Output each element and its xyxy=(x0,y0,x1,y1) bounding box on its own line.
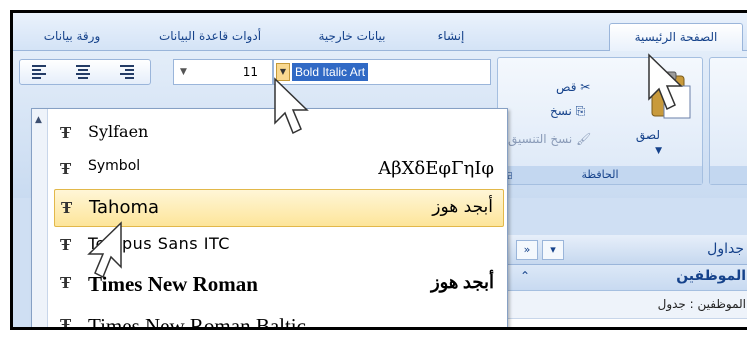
clipboard-group-label: الحافظة xyxy=(498,166,702,184)
mouse-pointer-icon xyxy=(87,221,122,279)
font-item-sample: أبجد هوز xyxy=(430,272,494,292)
truetype-font-icon: Ŧ xyxy=(60,236,72,254)
copy-button[interactable]: ⎘ نسخ xyxy=(550,104,585,119)
paste-chevron-down-icon[interactable]: ▼ xyxy=(655,146,662,156)
navigation-pane: » ▾ جداول ⌃ الموظفين الموظفين : جدول xyxy=(508,235,747,327)
align-center-icon[interactable] xyxy=(76,65,92,80)
align-left-icon[interactable] xyxy=(32,65,48,80)
font-item[interactable]: Ŧ Times New Roman Baltic xyxy=(54,307,504,330)
chevron-down-icon[interactable]: ▼ xyxy=(180,60,187,84)
views-group-label xyxy=(710,166,747,184)
font-size-combobox[interactable]: ▼ 11 xyxy=(173,59,273,85)
copy-icon: ⎘ xyxy=(575,104,586,118)
font-item-sample: أبجد هوز xyxy=(432,197,493,217)
nav-item-label: الموظفين : جدول xyxy=(657,297,746,311)
font-item-name: Tahoma xyxy=(89,197,160,218)
truetype-font-icon: Ŧ xyxy=(61,199,73,217)
format-painter-label: نسخ التنسيق xyxy=(508,132,573,146)
tab-home[interactable]: الصفحة الرئيسية xyxy=(609,23,743,51)
views-group-partial xyxy=(709,57,747,185)
collapse-chevron-icon[interactable]: ⌃ xyxy=(520,269,530,283)
ribbon-tab-strip: ورقة بيانات أدوات قاعدة البيانات بيانات … xyxy=(13,13,747,51)
truetype-font-icon: Ŧ xyxy=(60,124,72,142)
alignment-button-group xyxy=(19,59,151,85)
truetype-font-icon: Ŧ xyxy=(60,274,72,292)
align-right-icon[interactable] xyxy=(120,65,136,80)
app-window: ورقة بيانات أدوات قاعدة البيانات بيانات … xyxy=(10,10,747,330)
format-painter-icon: 🖌 xyxy=(576,132,592,146)
copy-button-label: نسخ xyxy=(550,104,572,118)
mouse-pointer-icon xyxy=(648,53,683,111)
tab-create[interactable]: إنشاء xyxy=(419,23,483,51)
font-dropdown-list[interactable]: ▲ Ŧ Sylfaen Ŧ Symbol ΑβΧδΕφΓηΙφ Ŧ Tahoma… xyxy=(31,108,508,330)
tab-datasheet[interactable]: ورقة بيانات xyxy=(27,23,117,51)
truetype-font-icon: Ŧ xyxy=(60,160,72,178)
mouse-pointer-icon xyxy=(274,77,309,135)
nav-pane-title[interactable]: جداول xyxy=(707,241,744,257)
font-item-sample: ΑβΧδΕφΓηΙφ xyxy=(378,158,494,179)
nav-pane-menu-icon[interactable]: ▾ xyxy=(542,240,564,260)
font-size-value: 11 xyxy=(242,65,258,79)
scrollbar[interactable]: ▲ xyxy=(32,109,48,327)
nav-pane-header: » ▾ جداول xyxy=(508,235,747,265)
nav-group-title: الموظفين xyxy=(676,268,746,284)
font-item-name: Times New Roman Baltic xyxy=(88,314,306,330)
truetype-font-icon: Ŧ xyxy=(60,316,72,330)
nav-group-header[interactable]: ⌃ الموظفين xyxy=(508,265,747,291)
nav-item[interactable]: الموظفين : جدول xyxy=(508,291,747,319)
font-item-name: Symbol xyxy=(88,158,141,174)
font-item[interactable]: Ŧ Symbol ΑβΧδΕφΓηΙφ xyxy=(54,151,504,189)
font-item-name: Sylfaen xyxy=(88,122,149,141)
shutter-bar-open-close-icon[interactable]: » xyxy=(516,240,538,260)
tab-external-data[interactable]: بيانات خارجية xyxy=(297,23,407,51)
format-painter-button[interactable]: 🖌 نسخ التنسيق xyxy=(508,132,591,146)
scissors-icon: ✂ xyxy=(580,80,591,94)
cut-button[interactable]: ✂ قص xyxy=(556,80,590,94)
tab-database-tools[interactable]: أدوات قاعدة البيانات xyxy=(135,23,285,51)
paste-button-label[interactable]: لصق xyxy=(636,128,660,142)
scroll-up-arrow-icon[interactable]: ▲ xyxy=(35,115,42,125)
cut-button-label: قص xyxy=(556,80,577,94)
